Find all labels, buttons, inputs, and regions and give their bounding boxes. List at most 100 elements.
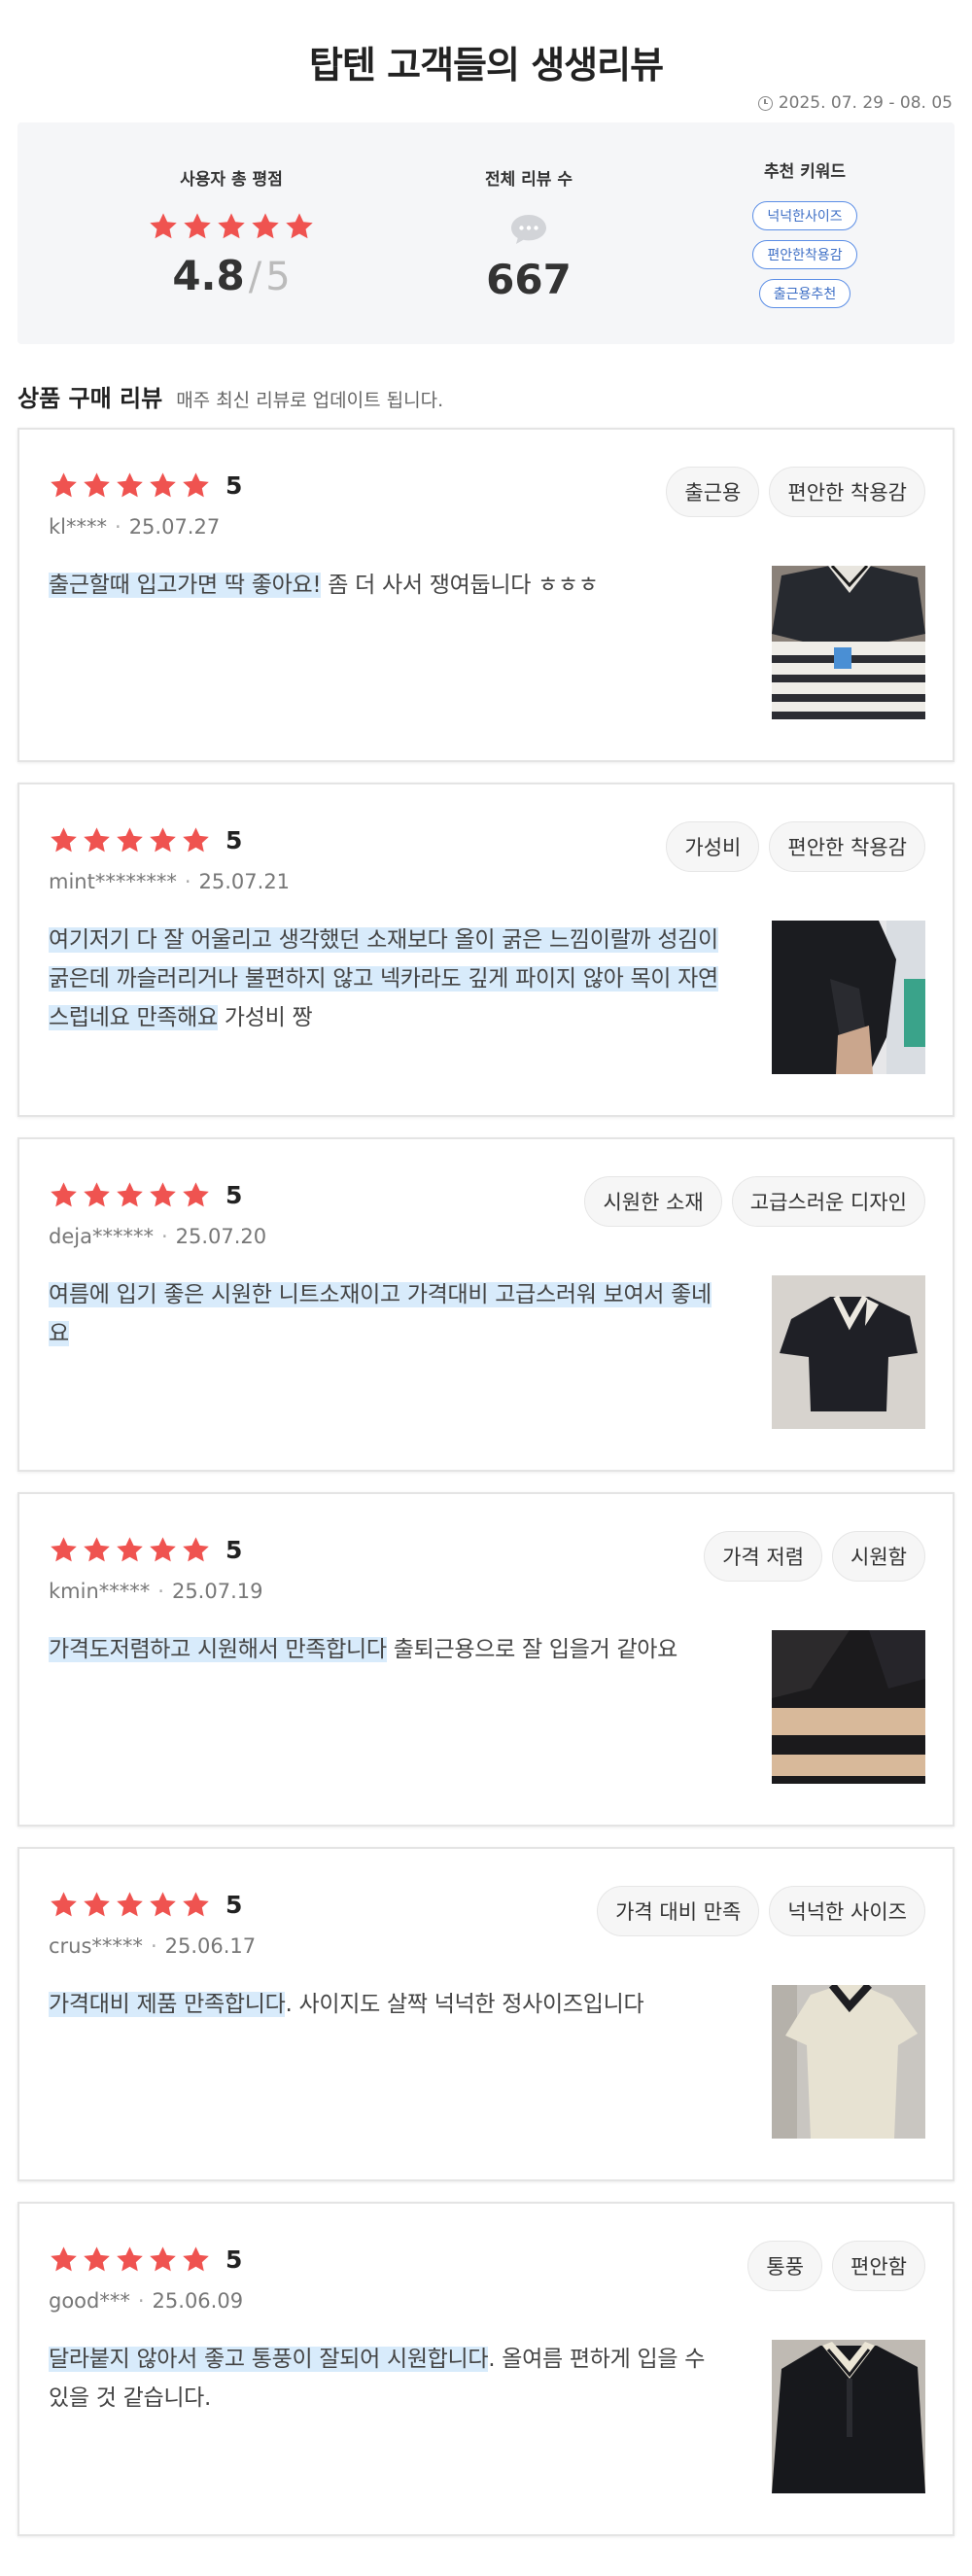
review-photo[interactable] xyxy=(772,2340,925,2493)
review-date: 25.07.20 xyxy=(175,1225,267,1248)
star-icon xyxy=(150,472,176,498)
rating-value: 4.8 xyxy=(172,252,245,299)
star-icon xyxy=(252,213,279,239)
star-icon xyxy=(51,472,77,498)
total-rating-label: 사용자 총 평점 xyxy=(180,170,283,190)
review-date: 25.07.21 xyxy=(198,870,291,893)
star-icon xyxy=(150,1892,176,1917)
review-user: crus***** xyxy=(49,1934,143,1958)
review-score: 5 xyxy=(226,1181,243,1209)
review-highlight: 여름에 입기 좋은 시원한 니트소재이고 가격대비 고급스러워 보여서 좋네요 xyxy=(49,1282,712,1346)
meta-separator: · xyxy=(160,1225,168,1248)
review-stars: 5 xyxy=(49,2245,242,2275)
review-text: 가격도저렴하고 시원해서 만족합니다 출퇴근용으로 잘 입을거 같아요 xyxy=(49,1630,729,1669)
meta-separator: · xyxy=(157,1580,164,1603)
total-reviews-count: 667 xyxy=(486,256,572,303)
star-icon xyxy=(84,472,110,498)
review-rest: 출퇴근용으로 잘 입을거 같아요 xyxy=(386,1637,678,1662)
review-user: kl**** xyxy=(49,515,107,539)
review-tag: 고급스러운 디자인 xyxy=(731,1176,925,1227)
review-stars: 5 xyxy=(49,1890,242,1920)
review-stars: 5 xyxy=(49,1535,242,1565)
review-tags: 가격 저렴 시원함 xyxy=(704,1531,925,1582)
review-tags: 출근용 편안한 착용감 xyxy=(666,467,925,517)
star-icon xyxy=(117,2246,143,2272)
review-period: 2025. 07. 29 - 08. 05 xyxy=(757,93,953,113)
review-meta: crus***** · 25.06.17 xyxy=(49,1934,256,1958)
review-photo[interactable] xyxy=(772,1985,925,2139)
keywords-label: 추천 키워드 xyxy=(763,162,847,182)
star-icon xyxy=(51,2246,77,2272)
star-icon xyxy=(117,1182,143,1207)
meta-separator: · xyxy=(184,870,191,893)
keyword-pill[interactable]: 편안한착용감 xyxy=(752,240,857,269)
star-icon xyxy=(183,1182,209,1207)
total-reviews-label: 전체 리뷰 수 xyxy=(484,170,573,190)
review-meta: kl**** · 25.07.27 xyxy=(49,515,220,539)
star-icon xyxy=(184,213,211,239)
star-icon xyxy=(150,213,177,239)
review-stars: 5 xyxy=(49,1180,242,1210)
review-photo[interactable] xyxy=(772,1630,925,1784)
star-icon xyxy=(51,1182,77,1207)
review-score: 5 xyxy=(226,1536,243,1564)
chat-bubble-icon xyxy=(508,213,549,246)
review-highlight: 출근할때 입고가면 딱 좋아요! xyxy=(49,573,322,598)
review-stars: 5 xyxy=(49,825,242,855)
meta-separator: · xyxy=(150,1934,157,1958)
review-tags: 가성비 편안한 착용감 xyxy=(666,821,925,872)
review-tag: 편안한 착용감 xyxy=(769,467,925,517)
period-text: 2025. 07. 29 - 08. 05 xyxy=(778,93,953,113)
review-meta: good*** · 25.06.09 xyxy=(49,2289,243,2313)
star-icon xyxy=(183,1892,209,1917)
review-tag: 시원한 소재 xyxy=(584,1176,722,1227)
review-tag: 넉넉한 사이즈 xyxy=(769,1886,925,1936)
review-date: 25.06.17 xyxy=(164,1934,257,1958)
star-icon xyxy=(218,213,245,239)
review-meta: kmin***** · 25.07.19 xyxy=(49,1580,262,1603)
review-user: good*** xyxy=(49,2289,130,2313)
review-rest: 좀 더 사서 쟁여둡니다 ㅎㅎㅎ xyxy=(321,573,599,598)
review-tag: 가성비 xyxy=(666,821,760,872)
black-shirt-flat-photo xyxy=(772,1275,925,1429)
review-date: 25.06.09 xyxy=(152,2289,244,2313)
review-score: 5 xyxy=(226,826,243,854)
keyword-pill[interactable]: 출근용추천 xyxy=(758,279,851,308)
rating-max: 5 xyxy=(265,255,291,299)
section-header: 상품 구매 리뷰 매주 최신 리뷰로 업데이트 됩니다. xyxy=(17,379,443,413)
review-rest: 가성비 짱 xyxy=(217,1005,313,1030)
review-tag: 편안함 xyxy=(832,2241,925,2291)
review-score: 5 xyxy=(226,2245,243,2274)
total-rating: 사용자 총 평점 4.8/5 xyxy=(105,122,358,344)
keyword-pill[interactable]: 넉넉한사이즈 xyxy=(752,201,857,230)
review-user: deja****** xyxy=(49,1225,154,1248)
black-shirt-white-collar-photo xyxy=(772,2340,925,2493)
review-text: 여름에 입기 좋은 시원한 니트소재이고 가격대비 고급스러워 보여서 좋네요 xyxy=(49,1275,729,1353)
review-date: 25.07.27 xyxy=(128,515,221,539)
star-icon xyxy=(84,1182,110,1207)
review-page: 탑텐 고객들의 생생리뷰 2025. 07. 29 - 08. 05 사용자 총… xyxy=(0,0,972,2576)
star-icon xyxy=(84,1537,110,1562)
review-photo[interactable] xyxy=(772,566,925,719)
total-reviews: 전체 리뷰 수 667 xyxy=(402,122,655,344)
review-card: 5 good*** · 25.06.09 통풍 편안함 달라붙지 않아서 좋고 통풍… xyxy=(17,2202,955,2536)
review-rest: . 사이지도 살짝 넉넉한 정사이즈입니다 xyxy=(285,1992,644,2017)
star-icon xyxy=(150,2246,176,2272)
review-card: 5 mint******** · 25.07.21 가성비 편안한 착용감 여기저기… xyxy=(17,783,955,1117)
review-photo[interactable] xyxy=(772,1275,925,1429)
star-icon xyxy=(150,1182,176,1207)
review-highlight: 여기저기 다 잘 어울리고 생각했던 소재보다 올이 굵은 느낌이랄까 성김이 … xyxy=(49,927,718,1030)
review-photo[interactable] xyxy=(772,921,925,1074)
review-card: 5 kmin***** · 25.07.19 가격 저렴 시원함 가격도저렴하고 시… xyxy=(17,1492,955,1827)
star-icon xyxy=(51,1892,77,1917)
total-rating-score: 4.8/5 xyxy=(105,252,358,299)
star-icon xyxy=(183,472,209,498)
striped-shirts-photo xyxy=(772,566,925,719)
review-score: 5 xyxy=(226,1891,243,1919)
review-text: 달라붙지 않아서 좋고 통풍이 잘되어 시원합니다. 올여름 편하게 입을 수 … xyxy=(49,2340,729,2418)
rating-separator: / xyxy=(248,255,262,299)
review-score: 5 xyxy=(226,471,243,500)
meta-separator: · xyxy=(137,2289,145,2313)
review-tag: 편안한 착용감 xyxy=(769,821,925,872)
recommended-keywords: 추천 키워드 넉넉한사이즈 편안한착용감 출근용추천 xyxy=(678,122,931,344)
